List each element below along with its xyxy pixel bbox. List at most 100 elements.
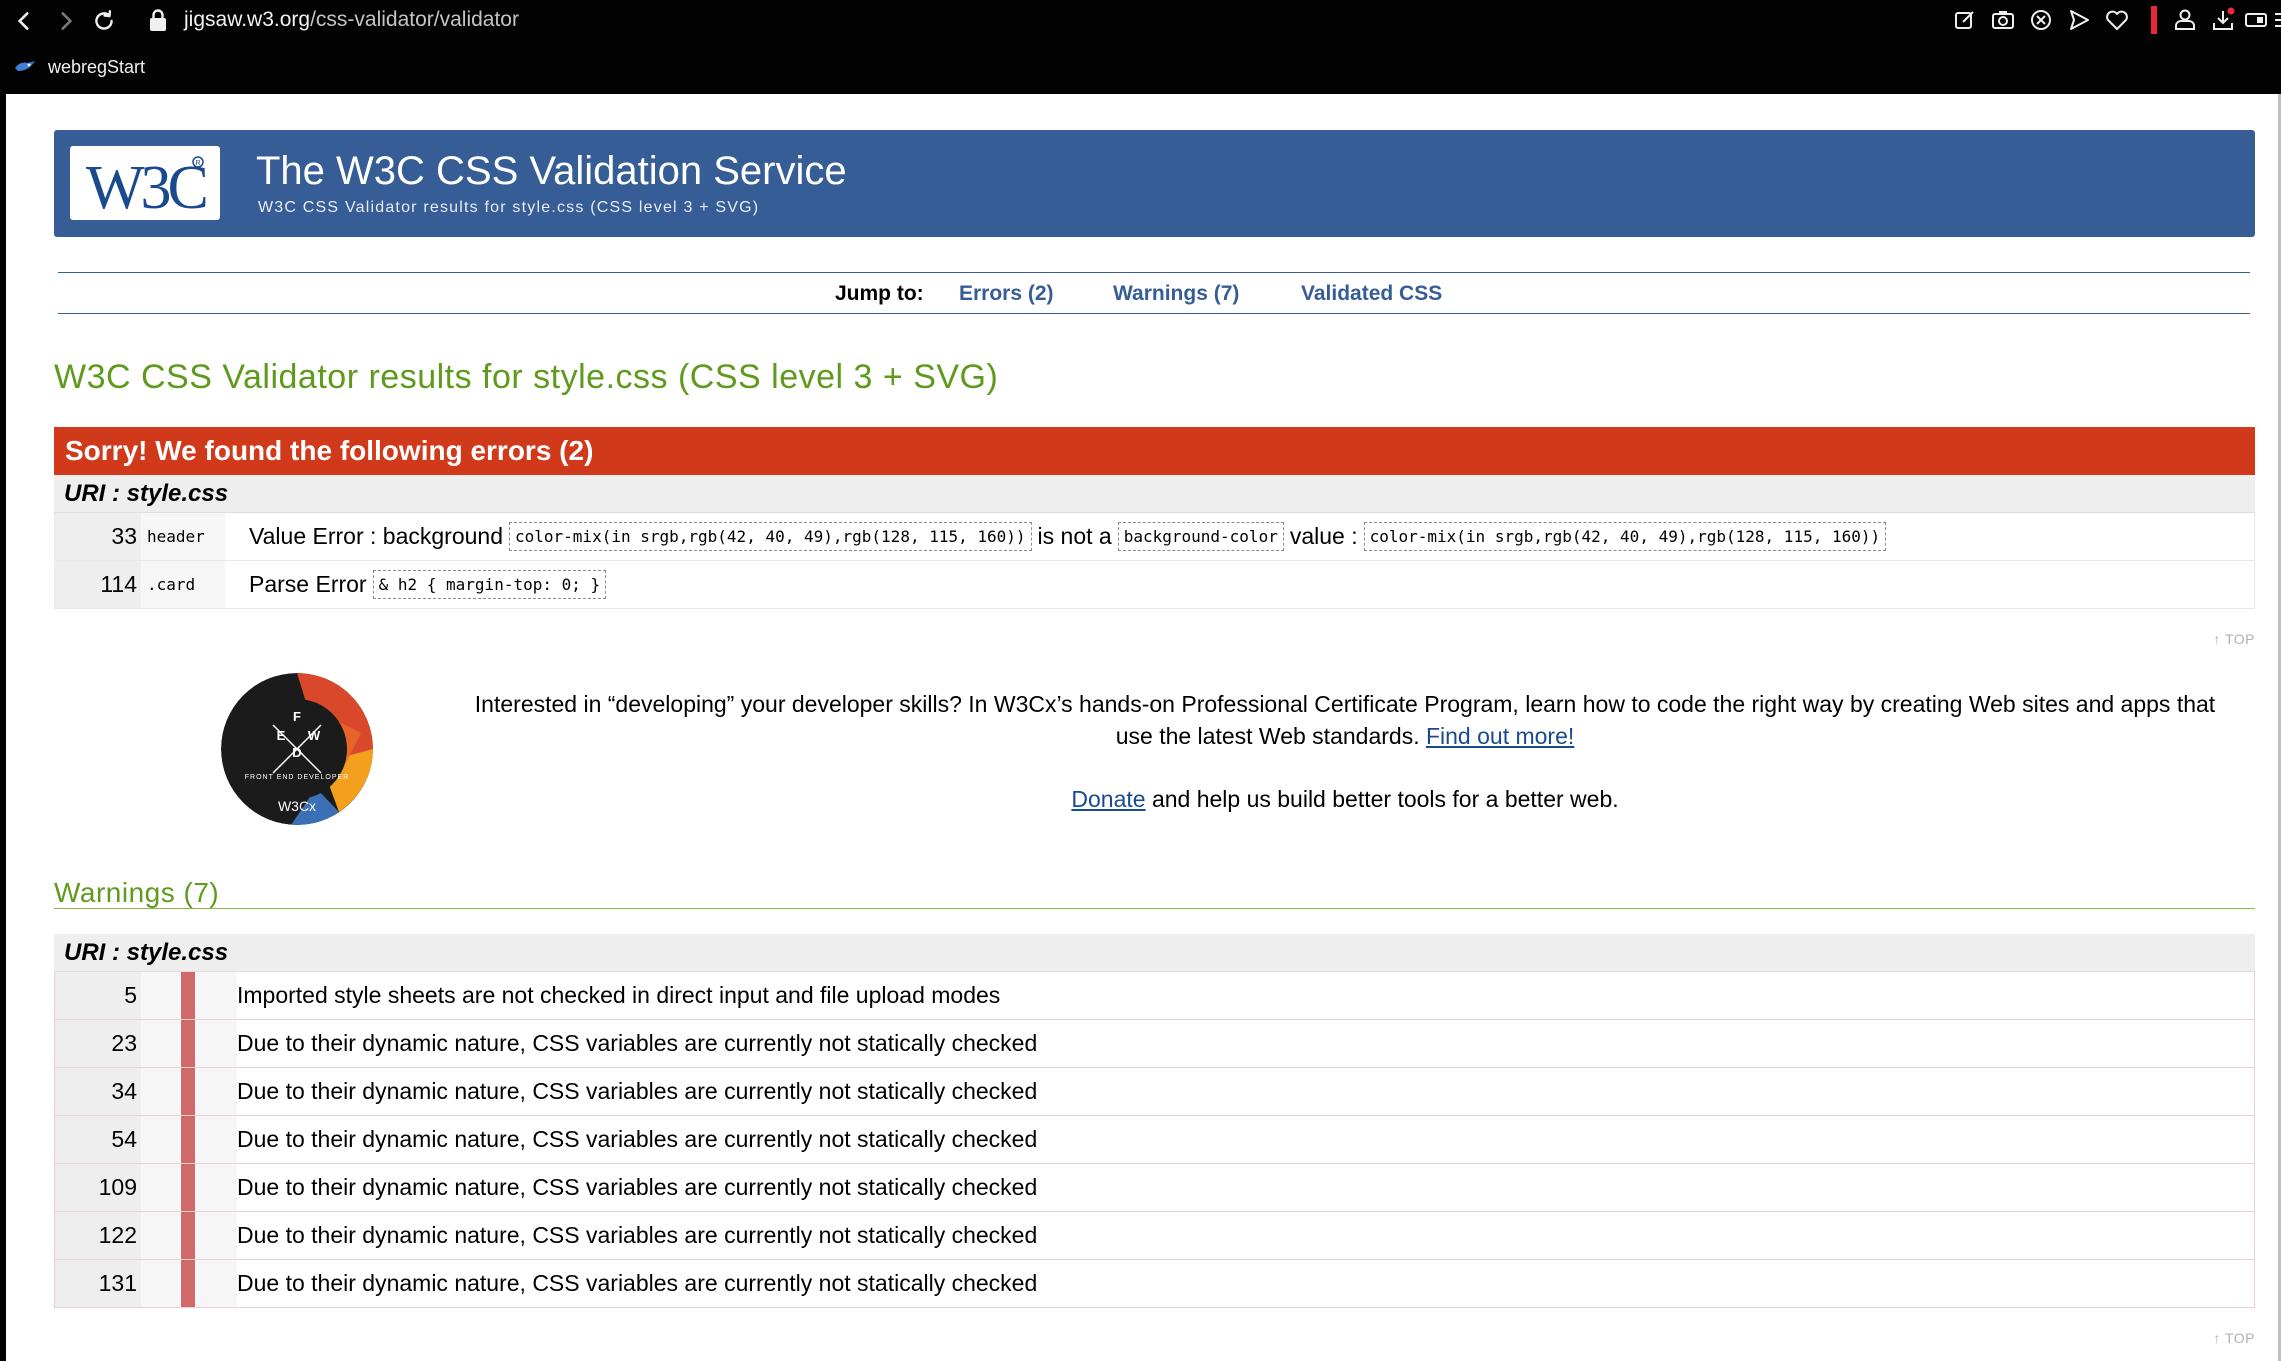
warning-message: Due to their dynamic nature, CSS variabl… [237,1078,1038,1104]
bookmark-label: webregStart [48,56,146,77]
badge-caption: FRONT END DEVELOPER [245,774,349,781]
error-type: Value Error [249,523,364,549]
browser-chrome: jigsaw.w3.org/css-validator/validator we… [0,0,2281,94]
warning-row: 5 Imported style sheets are not checked … [54,972,2255,1020]
send-icon[interactable] [2065,6,2093,34]
warning-marker [141,1020,237,1067]
badge-letter: F [293,709,301,724]
w3c-logo[interactable]: W3C R [70,146,220,220]
heart-icon[interactable] [2103,6,2131,34]
warning-marker [141,972,237,1019]
jump-label: Jump to: [835,282,924,305]
error-code: background-color [1117,522,1284,551]
warning-line-number: 23 [55,1020,141,1067]
errors-uri-bar: URI : style.css [54,475,2255,513]
jump-warnings-link[interactable]: Warnings (7) [1113,282,1239,306]
error-context: .card [141,561,225,608]
svg-text:R: R [196,160,201,167]
warning-marker [141,1164,237,1211]
warning-line-number: 5 [55,972,141,1019]
error-part: is not a [1037,523,1112,549]
error-line-number: 114 [55,561,141,608]
reload-button[interactable] [86,3,122,39]
warnings-heading: Warnings (7) [54,877,220,908]
back-to-top-link[interactable]: ↑ TOP [2213,631,2255,647]
errors-heading: Sorry! We found the following errors (2) [54,427,2255,475]
warning-marker [141,1116,237,1163]
address-bar[interactable]: jigsaw.w3.org/css-validator/validator [184,5,519,35]
warning-row: 34 Due to their dynamic nature, CSS vari… [54,1068,2255,1116]
error-part: value : [1289,523,1358,549]
warning-message: Due to their dynamic nature, CSS variabl… [237,1030,1038,1056]
error-message: Value Error : background color-mix(in sr… [225,522,1892,551]
error-context: header [141,513,225,560]
url-host: jigsaw.w3.org [184,8,311,31]
donate-link[interactable]: Donate [1071,786,1145,812]
warning-message: Due to their dynamic nature, CSS variabl… [237,1126,1038,1152]
promo-text: Interested in “developing” your develope… [470,688,2220,752]
warning-line-number: 122 [55,1212,141,1259]
warning-row: 54 Due to their dynamic nature, CSS vari… [54,1116,2255,1164]
error-line-number: 33 [55,513,141,560]
divider-red [2151,6,2157,34]
menu-icon[interactable] [2271,6,2281,34]
bookmark-favicon-icon [15,61,35,71]
warning-line-number: 54 [55,1116,141,1163]
jump-nav: Jump to: Errors (2) Warnings (7) Validat… [58,272,2250,314]
warnings-uri-bar: URI : style.css [54,934,2255,972]
window-edge-left [0,94,6,1361]
edit-icon[interactable] [1951,6,1979,34]
window-icon[interactable] [2243,6,2271,34]
lock-icon [150,9,166,31]
camera-icon[interactable] [1989,6,2017,34]
jump-validated-css-link[interactable]: Validated CSS [1301,282,1442,306]
back-to-top-link[interactable]: ↑ TOP [2213,1330,2255,1346]
results-title: W3C CSS Validator results for style.css … [54,358,999,396]
chevron-right-icon [61,12,73,30]
block-icon[interactable] [2027,6,2055,34]
back-button[interactable] [6,3,42,39]
warning-row: 131 Due to their dynamic nature, CSS var… [54,1260,2255,1308]
header-banner: W3C R The W3C CSS Validation Service W3C… [54,130,2255,237]
warning-marker [141,1068,237,1115]
warning-line-number: 109 [55,1164,141,1211]
warning-row: 122 Due to their dynamic nature, CSS var… [54,1212,2255,1260]
warning-message: Due to their dynamic nature, CSS variabl… [237,1270,1038,1296]
errors-heading-text: Sorry! We found the following errors (2) [65,435,594,466]
badge-brand: W3Cx [278,798,316,814]
page-subtitle: W3C CSS Validator results for style.css … [258,199,760,216]
url-path: /css-validator/validator [310,8,519,31]
errors-uri-label: URI : style.css [64,480,229,507]
warning-line-number: 34 [55,1068,141,1115]
warning-message: Due to their dynamic nature, CSS variabl… [237,1222,1038,1248]
download-icon[interactable] [2209,6,2237,34]
donate-text: and help us build better tools for a bet… [1151,786,1619,812]
bookmark-webregstart[interactable]: webregStart [14,54,145,80]
badge-letter: E [277,728,286,743]
account-icon[interactable] [2171,6,2199,34]
badge-letter: D [292,745,301,760]
warnings-divider [54,908,2255,909]
reload-icon [95,10,113,30]
error-part: : background [370,523,503,549]
error-type: Parse Error [249,571,367,597]
find-out-more-link[interactable]: Find out more! [1426,723,1574,749]
forward-button[interactable] [48,3,84,39]
error-row: 114 .card Parse Error & h2 { margin-top:… [54,561,2255,609]
warnings-uri-label: URI : style.css [64,939,229,966]
warning-marker [141,1212,237,1259]
promo-body: Interested in “developing” your develope… [474,691,2216,749]
chevron-left-icon [17,12,29,30]
warning-row: 23 Due to their dynamic nature, CSS vari… [54,1020,2255,1068]
error-code: color-mix(in srgb,rgb(42, 40, 49),rgb(12… [1363,522,1887,551]
warning-row: 109 Due to their dynamic nature, CSS var… [54,1164,2255,1212]
w3cx-badge[interactable]: F E W D FRONT END DEVELOPER W3Cx [221,673,373,825]
warning-message: Imported style sheets are not checked in… [237,982,1001,1008]
page-title: The W3C CSS Validation Service [256,149,847,193]
front-end-developer-badge-icon: F E W D FRONT END DEVELOPER W3Cx [221,673,373,825]
badge-letter: W [308,728,321,743]
error-code: color-mix(in srgb,rgb(42, 40, 49),rgb(12… [509,522,1032,551]
jump-errors-link[interactable]: Errors (2) [959,282,1054,306]
error-message: Parse Error & h2 { margin-top: 0; } [225,570,612,599]
warning-marker [141,1260,237,1307]
